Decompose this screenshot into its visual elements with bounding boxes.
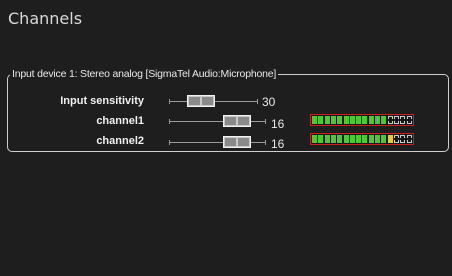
meter-segment [368,116,374,124]
input-device-legend: Input device 1: Stereo analog [SigmaTel … [10,68,279,80]
channel2-level-meter [310,133,414,145]
meter-segment [393,116,399,124]
meter-segment [362,116,368,124]
slider-thumb[interactable] [187,95,215,107]
meter-segment [324,135,330,143]
meter-segment [375,135,380,143]
meter-segment [312,116,317,124]
channel1-label: channel1 [96,115,144,127]
meter-segment [362,135,368,143]
meter-segment [387,135,393,143]
meter-segment [312,135,317,143]
meter-segment [400,116,406,124]
meter-segment [318,116,324,124]
channel1-level-meter [310,114,414,126]
window-title: Channels [8,9,83,28]
slider-tick [169,99,170,104]
meter-segment [318,135,324,143]
meter-segment [337,116,343,124]
input-sensitivity-value: 30 [262,95,276,109]
meter-segment [356,116,362,124]
meter-segment [406,116,412,124]
slider-thumb[interactable] [223,115,251,127]
meter-segment [349,116,355,124]
slider-tick [265,119,266,124]
meter-segment [406,135,412,143]
input-sensitivity-label: Input sensitivity [60,95,144,107]
slider-thumb[interactable] [223,136,251,148]
meter-segment [343,135,349,143]
meter-segment [337,135,343,143]
meter-segment [349,135,355,143]
meter-segment [330,135,336,143]
meter-segment [393,135,399,143]
meter-segment [368,135,374,143]
meter-segment [400,135,406,143]
meter-segment [356,135,362,143]
channel2-label: channel2 [96,135,144,147]
meter-segment [375,116,380,124]
slider-tick [169,119,170,124]
slider-tick [257,99,258,104]
channel1-value: 16 [271,117,285,131]
meter-segment [330,116,336,124]
meter-segment [343,116,349,124]
slider-tick [169,140,170,145]
meter-segment [324,116,330,124]
meter-segment [381,116,387,124]
slider-tick [265,140,266,145]
channel2-value: 16 [271,137,285,151]
meter-segment [381,135,387,143]
meter-segment [387,116,393,124]
